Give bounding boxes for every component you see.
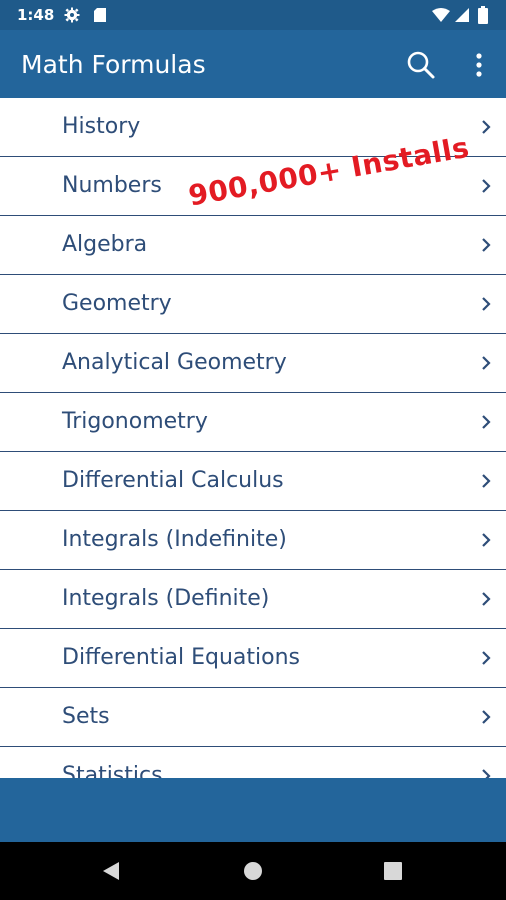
recents-icon[interactable] xyxy=(384,862,402,880)
list-item-label: Algebra xyxy=(62,232,148,257)
list-item[interactable]: Differential Calculus xyxy=(0,452,506,511)
list-item[interactable]: Integrals (Indefinite) xyxy=(0,511,506,570)
status-bar: 1:48 xyxy=(0,0,506,30)
chevron-right-icon xyxy=(482,356,491,370)
home-icon[interactable] xyxy=(244,862,262,880)
gear-icon xyxy=(64,7,80,23)
chevron-right-icon xyxy=(482,474,491,488)
list-item[interactable]: Analytical Geometry xyxy=(0,334,506,393)
chevron-right-icon xyxy=(482,120,491,134)
system-nav-bar xyxy=(0,842,506,900)
status-time: 1:48 xyxy=(17,6,55,24)
chevron-right-icon xyxy=(482,651,491,665)
list-item[interactable]: Trigonometry xyxy=(0,393,506,452)
chevron-right-icon xyxy=(482,533,491,547)
chevron-right-icon xyxy=(482,592,491,606)
list-item-label: Geometry xyxy=(62,291,172,316)
list-item-label: Sets xyxy=(62,704,110,729)
list-item[interactable]: Integrals (Definite) xyxy=(0,570,506,629)
wifi-icon xyxy=(432,8,450,22)
list-item-label: Analytical Geometry xyxy=(62,350,287,375)
chevron-right-icon xyxy=(482,415,491,429)
chevron-right-icon xyxy=(482,297,491,311)
signal-icon xyxy=(455,8,469,22)
more-vert-icon[interactable] xyxy=(466,48,492,82)
chevron-right-icon xyxy=(482,769,491,778)
list-item[interactable]: Statistics xyxy=(0,747,506,778)
list-item[interactable]: Algebra xyxy=(0,216,506,275)
sd-card-icon xyxy=(94,8,106,22)
chevron-right-icon xyxy=(482,238,491,252)
list-item[interactable]: Geometry xyxy=(0,275,506,334)
list-item-label: Statistics xyxy=(62,763,163,778)
list-item-label: Numbers xyxy=(62,173,162,198)
list-item-label: Differential Equations xyxy=(62,645,301,670)
list-item[interactable]: Differential Equations xyxy=(0,629,506,688)
list-item-label: History xyxy=(62,114,141,139)
app-bar: Math Formulas xyxy=(0,30,506,98)
list-item-label: Trigonometry xyxy=(62,409,208,434)
list-item[interactable]: Sets xyxy=(0,688,506,747)
search-icon[interactable] xyxy=(404,48,438,82)
list-item-label: Integrals (Indefinite) xyxy=(62,527,287,552)
battery-icon xyxy=(478,6,488,24)
list-item-label: Integrals (Definite) xyxy=(62,586,270,611)
chevron-right-icon xyxy=(482,179,491,193)
chevron-right-icon xyxy=(482,710,491,724)
app-title: Math Formulas xyxy=(21,50,206,79)
back-icon[interactable] xyxy=(102,861,120,881)
bottom-banner xyxy=(0,778,506,842)
list-item-label: Differential Calculus xyxy=(62,468,284,493)
screen: 1:48 Math Formulas History Numbers Algeb… xyxy=(0,0,506,900)
